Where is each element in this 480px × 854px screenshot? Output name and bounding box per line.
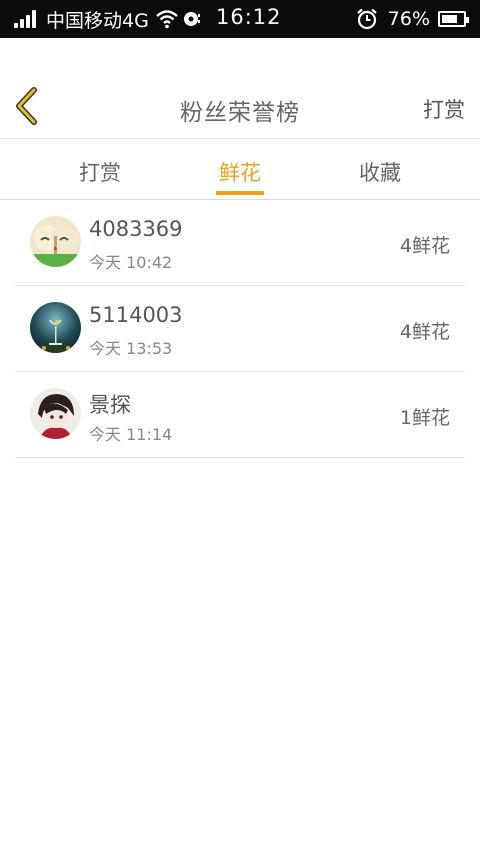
fan-time: 今天 10:42 — [89, 253, 173, 272]
avatar[interactable] — [30, 388, 81, 439]
flower-count: 4鲜花 — [399, 235, 450, 257]
avatar[interactable] — [30, 302, 81, 353]
active-tab-indicator — [216, 191, 264, 195]
fan-time: 今天 13:53 — [89, 339, 173, 358]
tab-flowers[interactable]: 鲜花 — [200, 157, 280, 187]
battery-icon — [438, 11, 469, 27]
clock: 16:12 — [216, 5, 282, 29]
status-bar: 中国移动4G 16:12 76% — [0, 0, 480, 38]
wifi-icon — [156, 10, 178, 29]
status-right: 76% — [356, 6, 469, 32]
avatar[interactable] — [30, 216, 81, 267]
tab-bar: 打赏 鲜花 收藏 — [0, 139, 480, 200]
carrier-label: 中国移动4G — [46, 9, 149, 32]
tab-favorites[interactable]: 收藏 — [340, 157, 420, 187]
fan-name: 5114003 — [89, 303, 183, 327]
reward-button[interactable]: 打赏 — [423, 94, 465, 124]
sync-icon — [183, 12, 200, 26]
flower-count: 4鲜花 — [399, 321, 450, 343]
tab-reward[interactable]: 打赏 — [60, 157, 140, 187]
status-left: 中国移动4G — [14, 6, 211, 32]
fan-list: 4083369 今天 10:42 4鲜花 5114003 今天 13:53 4鲜… — [15, 200, 465, 458]
battery-level-fill — [442, 15, 457, 23]
flower-count: 1鲜花 — [399, 407, 450, 429]
page-header: 粉丝荣誉榜 打赏 — [0, 38, 480, 139]
list-item[interactable]: 4083369 今天 10:42 4鲜花 — [15, 200, 465, 286]
list-item[interactable]: 5114003 今天 13:53 4鲜花 — [15, 286, 465, 372]
alarm-icon — [357, 8, 377, 30]
battery-percent: 76% — [387, 8, 430, 30]
page-title: 粉丝荣誉榜 — [180, 100, 300, 126]
signal-icon — [14, 10, 38, 28]
fan-name: 4083369 — [89, 217, 183, 241]
list-item[interactable]: 景探 今天 11:14 1鲜花 — [15, 372, 465, 458]
fan-time: 今天 11:14 — [89, 425, 173, 444]
fan-name: 景探 — [89, 393, 131, 417]
